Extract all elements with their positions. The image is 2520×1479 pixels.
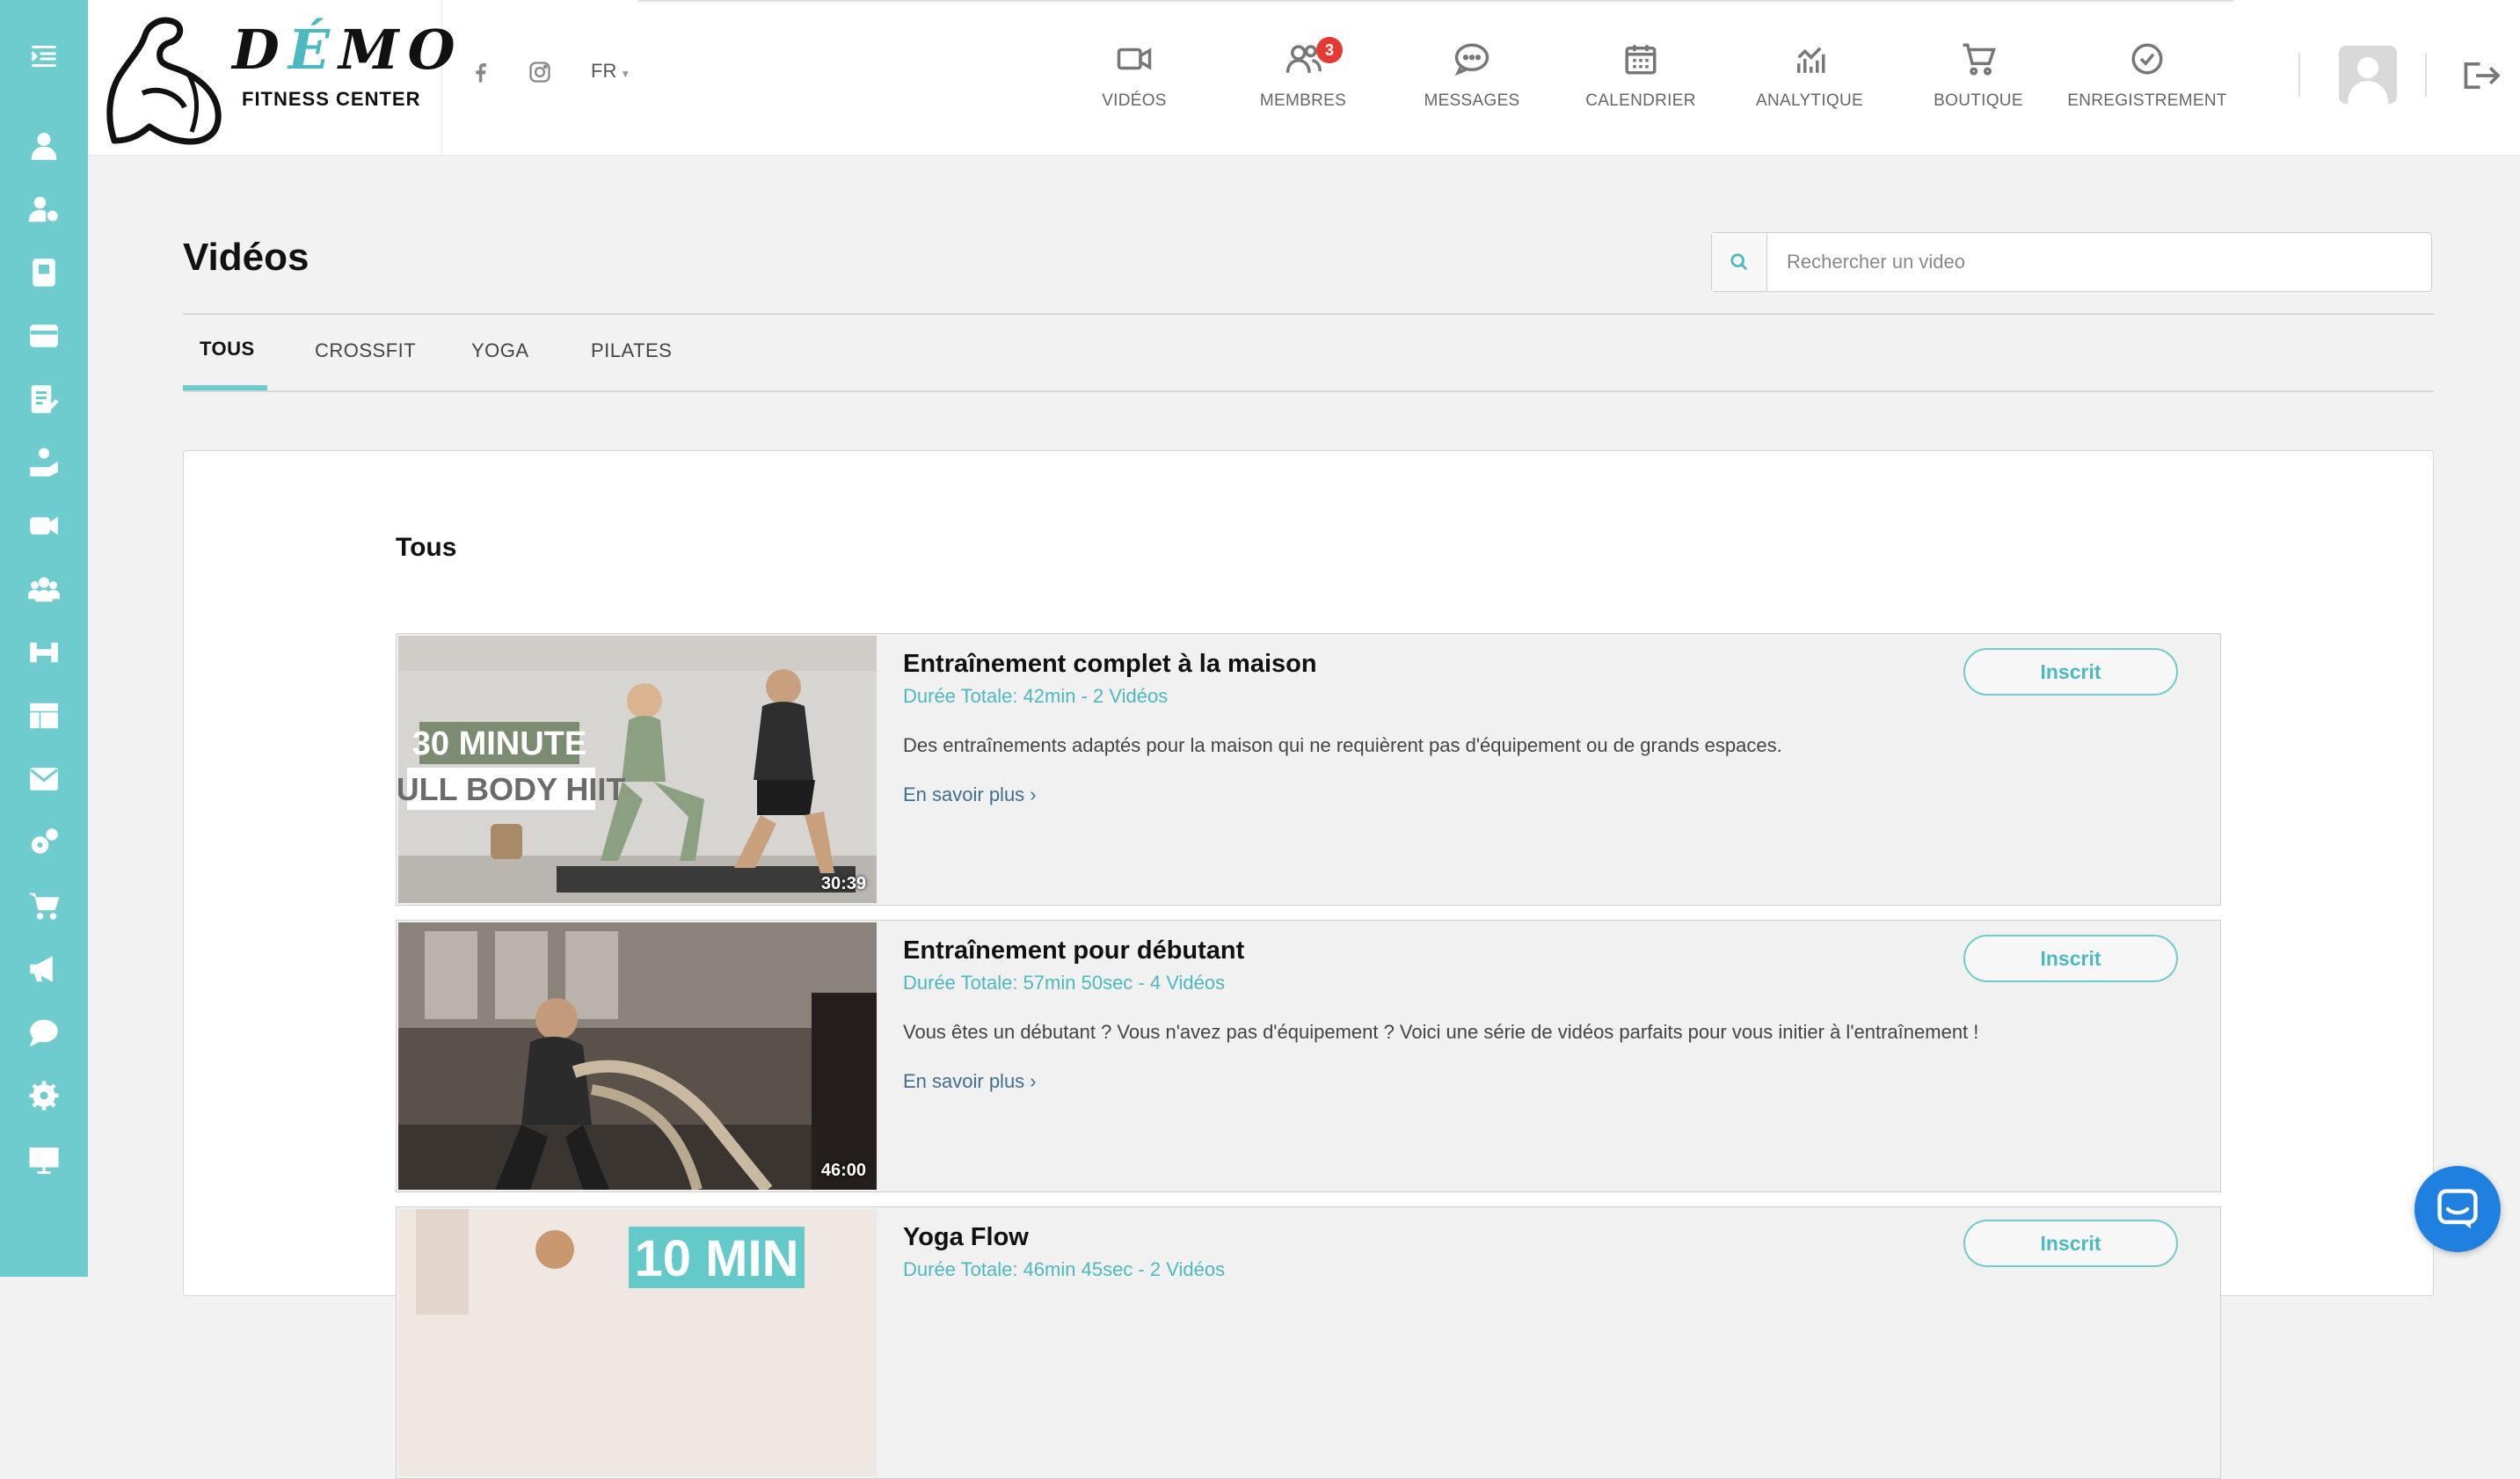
video-card: 10 MIN Yoga Flow Durée Totale: 46min 45s… bbox=[396, 1206, 2221, 1479]
nav-messages[interactable]: MESSAGES bbox=[1388, 40, 1555, 128]
video-icon[interactable] bbox=[23, 505, 65, 547]
search-box bbox=[1711, 232, 2432, 292]
nav-analytics-label: ANALYTIQUE bbox=[1756, 91, 1863, 110]
video-thumbnail[interactable]: 46:00 bbox=[398, 922, 877, 1190]
mail-icon[interactable] bbox=[23, 758, 65, 800]
nav-shop[interactable]: BOUTIQUE bbox=[1895, 40, 2062, 128]
instagram-icon[interactable] bbox=[528, 60, 552, 89]
header-separator bbox=[2425, 53, 2427, 97]
divider bbox=[183, 390, 2434, 392]
video-duration: 46:00 bbox=[820, 1161, 866, 1180]
divider bbox=[183, 313, 2434, 315]
thumbnail-caption-line2: FULL BODY HIIT bbox=[398, 771, 625, 807]
tab-crossfit[interactable]: CROSSFIT bbox=[315, 339, 416, 362]
learn-more-link[interactable]: En savoir plus › bbox=[903, 1070, 1037, 1093]
logo[interactable]: DÉMO FITNESS CENTER bbox=[88, 0, 455, 155]
video-meta: Durée Totale: 42min - 2 Vidéos bbox=[903, 685, 1169, 707]
learn-more-link[interactable]: En savoir plus › bbox=[903, 783, 1037, 806]
nav-calendar[interactable]: CALENDRIER bbox=[1557, 40, 1724, 128]
cart-icon[interactable] bbox=[23, 885, 65, 927]
user-placeholder-icon bbox=[2348, 57, 2388, 104]
nav-videos[interactable]: VIDÉOS bbox=[1051, 40, 1218, 128]
enrolled-button[interactable]: Inscrit bbox=[1963, 935, 2178, 982]
sidebar bbox=[0, 0, 88, 1277]
credit-card-icon[interactable] bbox=[23, 315, 65, 357]
thumbnail-caption-line1: 30 MINUTE bbox=[412, 725, 586, 762]
page-title: Vidéos bbox=[183, 236, 310, 279]
nav-shop-label: BOUTIQUE bbox=[1934, 91, 2023, 110]
video-title[interactable]: Yoga Flow bbox=[903, 1223, 1029, 1252]
check-circle-icon bbox=[2131, 43, 2163, 75]
nav-videos-label: VIDÉOS bbox=[1102, 91, 1167, 110]
facebook-icon[interactable] bbox=[468, 60, 492, 89]
video-icon bbox=[1117, 47, 1152, 70]
book-icon[interactable] bbox=[23, 251, 65, 294]
tab-yoga[interactable]: YOGA bbox=[471, 339, 529, 362]
video-card: 46:00 Entraînement pour débutant Durée T… bbox=[396, 920, 2221, 1192]
video-meta: Durée Totale: 46min 45sec - 2 Vidéos bbox=[903, 1258, 1226, 1280]
group-icon[interactable] bbox=[23, 568, 65, 610]
logo-subtitle: FITNESS CENTER bbox=[242, 88, 421, 110]
nav-messages-label: MESSAGES bbox=[1424, 91, 1520, 110]
chevron-down-icon: ▼ bbox=[620, 68, 631, 80]
logout-icon bbox=[2464, 62, 2501, 90]
header-divider bbox=[637, 0, 2233, 2]
gear-icon[interactable] bbox=[23, 1075, 65, 1117]
workout-thumbnail-image: 30 MINUTE FULL BODY HIIT bbox=[398, 636, 877, 903]
search-button[interactable] bbox=[1712, 233, 1767, 291]
user-icon[interactable] bbox=[23, 125, 65, 167]
layout-icon[interactable] bbox=[23, 695, 65, 737]
analytics-icon bbox=[1797, 47, 1825, 73]
video-title[interactable]: Entraînement complet à la maison bbox=[903, 650, 1317, 679]
yoga-thumbnail-image: 10 MIN bbox=[398, 1209, 877, 1476]
chat-icon[interactable] bbox=[23, 1011, 65, 1053]
bicep-logo-icon bbox=[106, 17, 222, 145]
search-icon bbox=[1730, 253, 1748, 271]
workout-thumbnail-image bbox=[398, 922, 877, 1190]
hand-icon[interactable] bbox=[23, 441, 65, 484]
video-meta: Durée Totale: 57min 50sec - 4 Vidéos bbox=[903, 972, 1226, 994]
thumbnail-caption-line1: 10 MIN bbox=[635, 1230, 799, 1287]
nav-analytics[interactable]: ANALYTIQUE bbox=[1726, 40, 1893, 128]
logo-title: DÉMO bbox=[232, 18, 464, 82]
header-separator bbox=[2298, 53, 2300, 97]
nav-members-label: MEMBRES bbox=[1259, 91, 1347, 110]
members-badge: 3 bbox=[1316, 37, 1343, 63]
enrolled-button[interactable]: Inscrit bbox=[1963, 648, 2178, 696]
edit-doc-icon[interactable] bbox=[23, 378, 65, 420]
tab-pilates[interactable]: PILATES bbox=[591, 339, 672, 362]
calendar-icon bbox=[1625, 45, 1657, 75]
logout-button[interactable] bbox=[2462, 60, 2501, 96]
video-title[interactable]: Entraînement pour débutant bbox=[903, 936, 1244, 965]
video-thumbnail[interactable]: 30 MINUTE FULL BODY HIIT 30:39 bbox=[398, 636, 877, 903]
chat-bubble-icon bbox=[2437, 1189, 2478, 1229]
chat-widget-button[interactable] bbox=[2414, 1166, 2501, 1252]
monitor-icon[interactable] bbox=[23, 1140, 65, 1182]
top-header: DÉMO FITNESS CENTER FR ▼ VIDÉOS 3 MEMBRES… bbox=[88, 0, 2520, 155]
language-selector[interactable]: FR ▼ bbox=[591, 60, 630, 83]
cart-icon bbox=[1963, 43, 1996, 76]
menu-expand-icon[interactable] bbox=[23, 35, 65, 77]
user-settings-icon[interactable] bbox=[23, 188, 65, 230]
video-thumbnail[interactable]: 10 MIN bbox=[398, 1209, 877, 1476]
video-card: 30 MINUTE FULL BODY HIIT 30:39 Entraînem… bbox=[396, 633, 2221, 906]
tab-tous[interactable]: TOUS bbox=[200, 338, 255, 361]
cogs-icon[interactable] bbox=[23, 821, 65, 863]
video-description: Vous êtes un débutant ? Vous n'avez pas … bbox=[903, 1021, 1979, 1043]
megaphone-icon[interactable] bbox=[23, 948, 65, 990]
nav-members[interactable]: 3 MEMBRES bbox=[1220, 37, 1387, 128]
video-description: Des entraînements adaptés pour la maison… bbox=[903, 734, 1782, 756]
section-title: Tous bbox=[396, 533, 457, 562]
enrolled-button[interactable]: Inscrit bbox=[1963, 1220, 2178, 1267]
nav-calendar-label: CALENDRIER bbox=[1585, 91, 1696, 110]
messages-icon bbox=[1454, 43, 1489, 76]
avatar[interactable] bbox=[2339, 46, 2397, 104]
dumbbell-icon[interactable] bbox=[23, 631, 65, 674]
nav-checkin-label: ENREGISTREMENT bbox=[2067, 91, 2227, 110]
video-duration: 30:39 bbox=[820, 874, 866, 893]
nav-checkin[interactable]: ENREGISTREMENT bbox=[2064, 40, 2231, 128]
search-input[interactable] bbox=[1767, 233, 2431, 291]
